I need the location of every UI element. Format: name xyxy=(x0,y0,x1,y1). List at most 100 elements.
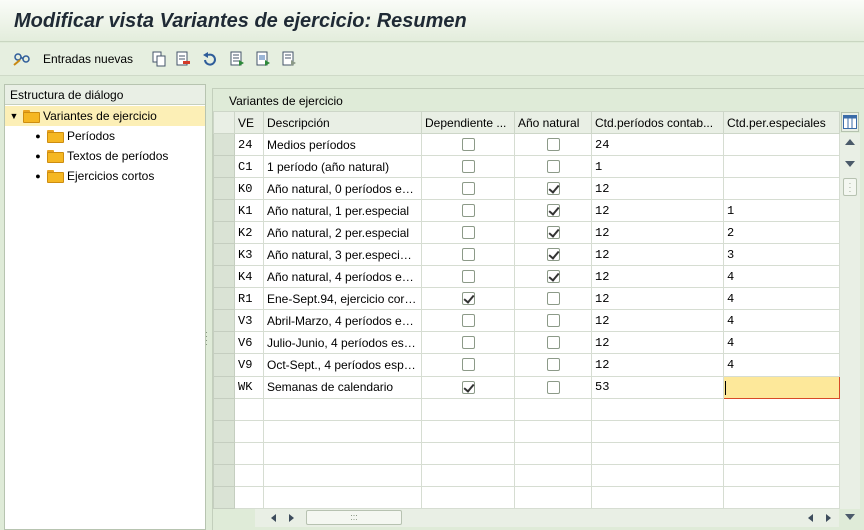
column-header-posting-periods[interactable]: Ctd.períodos contab... xyxy=(591,111,724,134)
column-settings-icon[interactable] xyxy=(841,112,859,132)
dependent-checkbox[interactable] xyxy=(461,380,475,394)
dependent-checkbox[interactable] xyxy=(461,182,475,196)
row-selector-button[interactable] xyxy=(213,243,235,267)
horizontal-scrollbar[interactable]: ::: xyxy=(255,509,839,527)
calendar-year-checkbox[interactable] xyxy=(546,160,560,174)
calendar-year-checkbox[interactable] xyxy=(546,226,560,240)
dependent-checkbox[interactable] xyxy=(461,336,475,350)
column-header-calendar-year[interactable]: Año natural xyxy=(514,111,592,134)
posting-periods-cell[interactable]: 12 xyxy=(591,353,724,377)
tree-node-periods[interactable]: ● Períodos xyxy=(29,126,115,146)
scroll-left-end-icon[interactable] xyxy=(808,514,813,522)
special-periods-cell[interactable] xyxy=(723,177,840,201)
row-selector-button[interactable] xyxy=(213,353,235,377)
special-periods-input-focused[interactable] xyxy=(723,375,840,399)
horizontal-scroll-thumb[interactable]: ::: xyxy=(306,510,402,525)
scroll-down-icon[interactable] xyxy=(845,161,855,167)
select-all-rows-button[interactable] xyxy=(213,111,235,134)
column-header-description[interactable]: Descripción xyxy=(263,111,422,134)
calendar-year-checkbox[interactable] xyxy=(546,336,560,350)
delete-icon[interactable] xyxy=(174,50,192,68)
description-cell[interactable]: Año natural, 1 per.especial xyxy=(263,199,422,223)
panel-splitter[interactable]: · · · · xyxy=(205,328,208,349)
posting-periods-cell[interactable]: 12 xyxy=(591,199,724,223)
posting-periods-cell[interactable]: 1 xyxy=(591,155,724,179)
calendar-year-checkbox[interactable] xyxy=(546,358,560,372)
posting-periods-cell[interactable]: 12 xyxy=(591,309,724,333)
expand-arrow-icon[interactable]: ▼ xyxy=(5,111,23,121)
calendar-year-checkbox[interactable] xyxy=(546,270,560,284)
calendar-year-checkbox[interactable] xyxy=(546,182,560,196)
scroll-page-down-icon[interactable] xyxy=(845,514,855,520)
vertical-scrollbar[interactable]: · · · xyxy=(840,133,860,520)
row-selector-button[interactable] xyxy=(213,463,235,487)
scroll-up-icon[interactable] xyxy=(845,139,855,145)
column-header-dependent[interactable]: Dependiente ... xyxy=(421,111,515,134)
description-cell[interactable]: Año natural, 4 períodos e… xyxy=(263,265,422,289)
column-header-ve[interactable]: VE xyxy=(234,111,264,134)
posting-periods-cell[interactable]: 12 xyxy=(591,331,724,355)
row-selector-button[interactable] xyxy=(213,441,235,465)
row-selector-button[interactable] xyxy=(213,419,235,443)
dependent-checkbox[interactable] xyxy=(461,248,475,262)
row-selector-button[interactable] xyxy=(213,265,235,289)
row-selector-button[interactable] xyxy=(213,177,235,201)
dependent-checkbox[interactable] xyxy=(461,160,475,174)
row-selector-button[interactable] xyxy=(213,397,235,421)
description-cell[interactable]: Oct-Sept., 4 períodos esp… xyxy=(263,353,422,377)
special-periods-cell[interactable]: 4 xyxy=(723,309,840,333)
deselect-all-icon[interactable] xyxy=(280,50,298,68)
special-periods-cell[interactable]: 1 xyxy=(723,199,840,223)
description-cell[interactable]: Semanas de calendario xyxy=(263,375,422,399)
posting-periods-cell[interactable]: 53 xyxy=(591,375,724,399)
special-periods-cell[interactable]: 2 xyxy=(723,221,840,245)
dependent-checkbox[interactable] xyxy=(461,138,475,152)
select-block-icon[interactable] xyxy=(254,50,272,68)
scroll-right-end-icon[interactable] xyxy=(826,514,831,522)
posting-periods-cell[interactable]: 12 xyxy=(591,177,724,201)
dependent-checkbox[interactable] xyxy=(461,358,475,372)
copy-icon[interactable] xyxy=(150,50,168,68)
description-cell[interactable]: Julio-Junio, 4 períodos es… xyxy=(263,331,422,355)
calendar-year-checkbox[interactable] xyxy=(546,292,560,306)
description-cell[interactable]: 1 período (año natural) xyxy=(263,155,422,179)
description-cell[interactable]: Ene-Sept.94, ejercicio cor… xyxy=(263,287,422,311)
row-selector-button[interactable] xyxy=(213,199,235,223)
new-entries-button[interactable]: Entradas nuevas xyxy=(43,52,133,66)
posting-periods-cell[interactable]: 12 xyxy=(591,287,724,311)
calendar-year-checkbox[interactable] xyxy=(546,248,560,262)
special-periods-cell[interactable]: 3 xyxy=(723,243,840,267)
description-cell[interactable]: Medios períodos xyxy=(263,132,422,157)
row-selector-button[interactable] xyxy=(213,331,235,355)
special-periods-cell[interactable]: 4 xyxy=(723,265,840,289)
select-all-icon[interactable] xyxy=(228,50,246,68)
row-selector-button[interactable] xyxy=(213,485,235,510)
posting-periods-cell[interactable]: 12 xyxy=(591,265,724,289)
undo-icon[interactable] xyxy=(200,50,218,68)
row-selector-button[interactable] xyxy=(213,155,235,179)
row-selector-button[interactable] xyxy=(213,375,235,399)
tree-node-fiscal-year-variants[interactable]: ▼ Variantes de ejercicio xyxy=(5,106,205,126)
description-cell[interactable]: Año natural, 3 per.especi… xyxy=(263,243,422,267)
posting-periods-cell[interactable]: 12 xyxy=(591,243,724,267)
scroll-left-icon[interactable] xyxy=(271,514,276,522)
description-cell[interactable]: Año natural, 2 per.especial xyxy=(263,221,422,245)
special-periods-cell[interactable]: 4 xyxy=(723,353,840,377)
calendar-year-checkbox[interactable] xyxy=(546,380,560,394)
description-cell[interactable]: Abril-Marzo, 4 períodos e… xyxy=(263,309,422,333)
row-selector-button[interactable] xyxy=(213,287,235,311)
vertical-scroll-thumb[interactable]: · · · xyxy=(843,178,857,196)
column-header-special-periods[interactable]: Ctd.per.especiales xyxy=(723,111,840,134)
dependent-checkbox[interactable] xyxy=(461,270,475,284)
glasses-icon[interactable] xyxy=(12,50,32,68)
special-periods-cell[interactable] xyxy=(723,155,840,179)
dependent-checkbox[interactable] xyxy=(461,292,475,306)
description-cell[interactable]: Año natural, 0 períodos e… xyxy=(263,177,422,201)
tree-node-short-fiscal-years[interactable]: ● Ejercicios cortos xyxy=(29,166,154,186)
tree-node-period-texts[interactable]: ● Textos de períodos xyxy=(29,146,168,166)
posting-periods-cell[interactable]: 24 xyxy=(591,132,724,157)
special-periods-cell[interactable]: 4 xyxy=(723,287,840,311)
dependent-checkbox[interactable] xyxy=(461,314,475,328)
calendar-year-checkbox[interactable] xyxy=(546,314,560,328)
posting-periods-cell[interactable]: 12 xyxy=(591,221,724,245)
